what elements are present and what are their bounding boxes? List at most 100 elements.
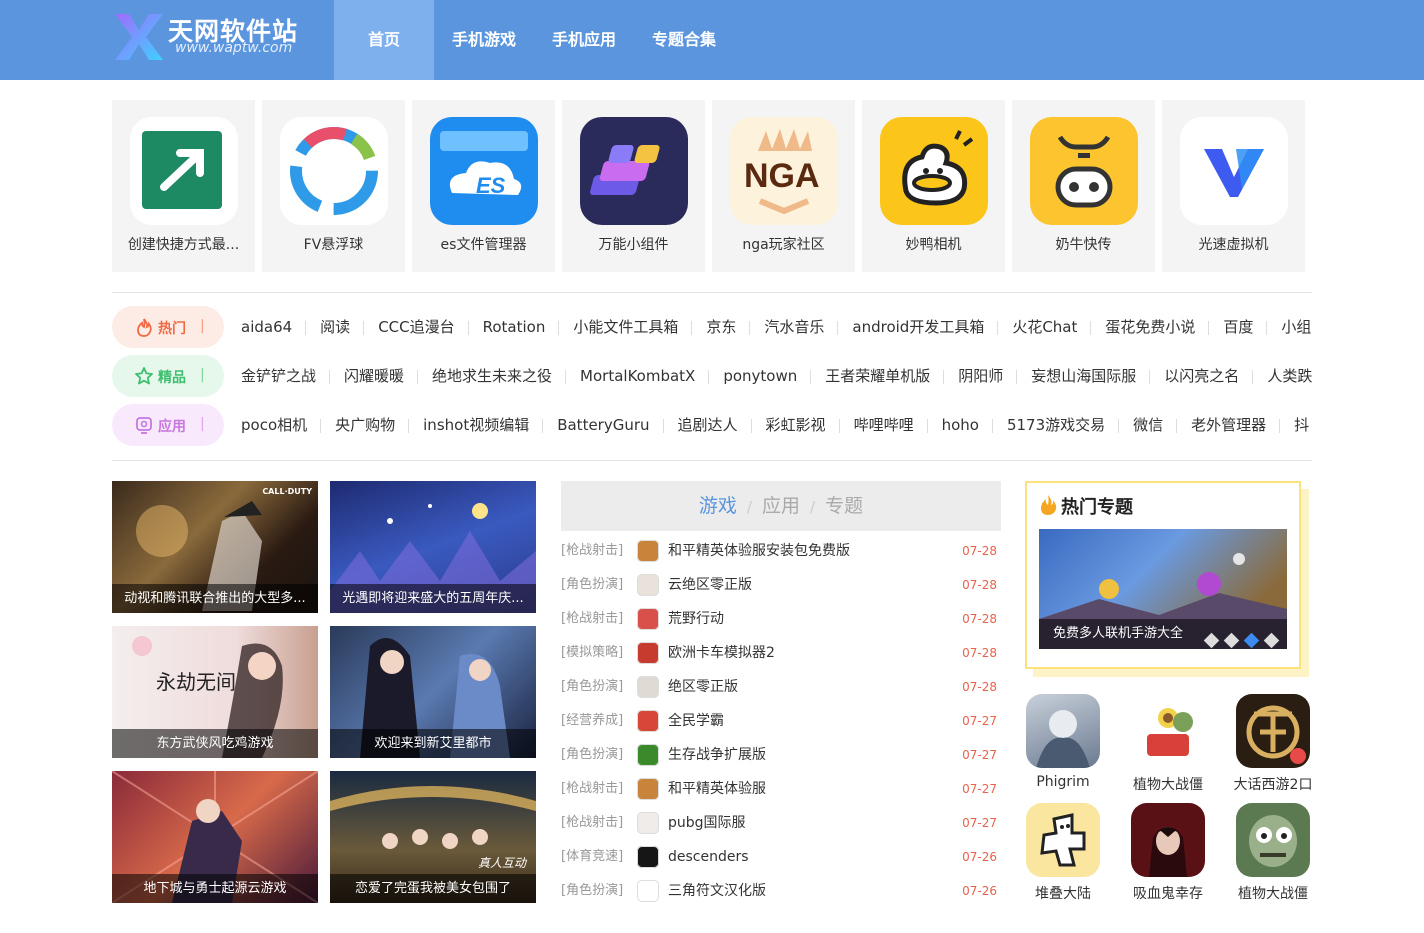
featured-app-card[interactable]: 奶牛快传: [1012, 100, 1155, 272]
news-tile[interactable]: 永劫无间 东方武侠风吃鸡游戏: [112, 626, 318, 758]
tag-link[interactable]: 老外管理器: [1191, 404, 1281, 446]
featured-app-card[interactable]: NGA nga玩家社区: [712, 100, 855, 272]
list-row-category: [枪战射击]: [561, 781, 624, 796]
list-row[interactable]: [枪战射击] pubg国际服 07-27: [561, 806, 1001, 840]
news-badge: CALL·DUTY: [262, 487, 312, 496]
tag-link[interactable]: poco相机: [241, 404, 322, 446]
topic-banner[interactable]: 免费多人联机手游大全: [1039, 529, 1287, 649]
side-app[interactable]: Phigrim: [1024, 692, 1120, 796]
featured-app-card[interactable]: 光速虚拟机: [1162, 100, 1305, 272]
tag-link[interactable]: hoho: [942, 404, 994, 446]
tab-games[interactable]: 游戏: [699, 495, 737, 517]
nav-topics[interactable]: 专题合集: [634, 0, 734, 80]
news-tile[interactable]: CALL·DUTY 动视和腾讯联合推出的大型多...: [112, 481, 318, 613]
carousel-dot[interactable]: [1223, 632, 1240, 649]
tag-link[interactable]: 百度: [1223, 306, 1268, 348]
side-app[interactable]: 大话西游2口: [1234, 692, 1330, 796]
news-caption: 恋爱了完蛋我被美女包围了: [330, 874, 536, 903]
tag-label-separator: |: [200, 416, 205, 432]
list-row[interactable]: [角色扮演] 生存战争扩展版 07-27: [561, 738, 1001, 772]
nav-mobile-apps[interactable]: 手机应用: [534, 0, 634, 80]
tag-link[interactable]: 金铲铲之战: [241, 355, 331, 397]
tag-link[interactable]: 阅读: [320, 306, 365, 348]
tag-link[interactable]: 阴阳师: [958, 355, 1018, 397]
side-app[interactable]: 堆叠大陆: [1024, 801, 1120, 905]
featured-app-card[interactable]: 妙鸭相机: [862, 100, 1005, 272]
tag-link[interactable]: 抖: [1294, 404, 1312, 446]
tag-link[interactable]: 京东: [706, 306, 751, 348]
side-app-name: 植物大战僵: [1238, 886, 1308, 902]
tag-link[interactable]: 彩虹影视: [766, 404, 840, 446]
tag-link[interactable]: 汽水音乐: [764, 306, 839, 348]
featured-app-card[interactable]: 万能小组件: [562, 100, 705, 272]
tag-label-featured[interactable]: 精品 |: [112, 355, 224, 397]
list-row[interactable]: [角色扮演] 绝区零正版 07-28: [561, 670, 1001, 704]
tag-link[interactable]: 小组: [1281, 306, 1312, 348]
game-thumbnail-icon: [637, 608, 659, 630]
tag-link[interactable]: BatteryGuru: [557, 404, 664, 446]
tab-topics[interactable]: 专题: [825, 495, 863, 517]
tag-link[interactable]: inshot视频编辑: [423, 404, 544, 446]
featured-app-card[interactable]: 创建快捷方式最...: [112, 100, 255, 272]
list-row[interactable]: [枪战射击] 和平精英体验服安装包免费版 07-28: [561, 534, 1001, 568]
tab-separator: /: [746, 498, 752, 516]
list-row[interactable]: [模拟策略] 欧洲卡车模拟器2 07-28: [561, 636, 1001, 670]
news-tile[interactable]: 真人互动 恋爱了完蛋我被美女包围了: [330, 771, 536, 903]
featured-app-card[interactable]: FV悬浮球: [262, 100, 405, 272]
tag-link[interactable]: Rotation: [483, 306, 560, 348]
list-row-title: 欧洲卡车模拟器2: [668, 645, 775, 661]
tag-link[interactable]: 绝地求生未来之役: [432, 355, 567, 397]
tag-link[interactable]: 火花Chat: [1012, 306, 1092, 348]
tag-link[interactable]: CCC追漫台: [378, 306, 470, 348]
news-caption: 光遇即将迎来盛大的五周年庆...: [330, 584, 536, 613]
hot-topics: 热门专题 免费多人联机手游大全: [1025, 481, 1301, 669]
tag-link[interactable]: 人类跌: [1267, 355, 1312, 397]
tag-link[interactable]: android开发工具箱: [852, 306, 999, 348]
side-app[interactable]: 吸血鬼幸存: [1129, 801, 1225, 905]
list-row-title: 全民学霸: [668, 713, 724, 729]
tag-link[interactable]: 妄想山海国际服: [1031, 355, 1151, 397]
list-row-date: 07-28: [962, 680, 997, 694]
tag-link[interactable]: 微信: [1133, 404, 1178, 446]
side-app[interactable]: 植物大战僵: [1234, 801, 1330, 905]
tag-link[interactable]: 5173游戏交易: [1007, 404, 1120, 446]
tag-link[interactable]: 以闪亮之名: [1164, 355, 1254, 397]
tag-link[interactable]: 追剧达人: [678, 404, 752, 446]
list-row[interactable]: [枪战射击] 和平精英体验服 07-27: [561, 772, 1001, 806]
tag-link[interactable]: 小能文件工具箱: [573, 306, 693, 348]
featured-app-name: 奶牛快传: [1055, 237, 1112, 253]
tag-link[interactable]: 蛋花免费小说: [1105, 306, 1210, 348]
nav-home[interactable]: 首页: [334, 0, 434, 80]
carousel-dot[interactable]: [1203, 632, 1220, 649]
tag-link[interactable]: 闪耀暖暖: [344, 355, 419, 397]
game-thumbnail-icon: [637, 778, 659, 800]
carousel-dot[interactable]: [1263, 632, 1280, 649]
list-row[interactable]: [角色扮演] 三角符文汉化版 07-26: [561, 874, 1001, 908]
news-tile[interactable]: 光遇即将迎来盛大的五周年庆...: [330, 481, 536, 613]
list-row-category: [枪战射击]: [561, 611, 624, 626]
tag-link[interactable]: 哔哩哔哩: [854, 404, 928, 446]
featured-app-card[interactable]: ES es文件管理器: [412, 100, 555, 272]
list-row[interactable]: [角色扮演] 云绝区零正版 07-28: [561, 568, 1001, 602]
side-app[interactable]: 植物大战僵: [1129, 692, 1225, 796]
tag-link[interactable]: 王者荣耀单机版: [825, 355, 945, 397]
tag-link[interactable]: MortalKombatX: [580, 355, 710, 397]
site-logo[interactable]: 天网软件站 www.waptw.com: [113, 8, 313, 64]
carousel-dot[interactable]: [1243, 632, 1260, 649]
list-row[interactable]: [体育竞速] descenders 07-26: [561, 840, 1001, 874]
tag-link[interactable]: 央广购物: [335, 404, 410, 446]
tag-label-hot[interactable]: 热门 |: [112, 306, 224, 348]
list-row-date: 07-27: [962, 816, 997, 830]
tag-link[interactable]: aida64: [241, 306, 307, 348]
list-row[interactable]: [枪战射击] 荒野行动 07-28: [561, 602, 1001, 636]
svg-text:NGA: NGA: [744, 157, 820, 195]
news-tile[interactable]: 地下城与勇士起源云游戏: [112, 771, 318, 903]
news-tile[interactable]: 欢迎来到新艾里都市: [330, 626, 536, 758]
latest-list: 游戏 / 应用 / 专题 [枪战射击] 和平精英体验服安装包免费版 07-28 [角色扮演] 云…: [561, 481, 1001, 902]
v-logo-icon: [1180, 117, 1288, 225]
list-row[interactable]: [经营养成] 全民学霸 07-27: [561, 704, 1001, 738]
tag-link[interactable]: ponytown: [723, 355, 812, 397]
tag-label-apps[interactable]: 应用 |: [112, 404, 224, 446]
nav-mobile-games[interactable]: 手机游戏: [434, 0, 534, 80]
tab-apps[interactable]: 应用: [762, 495, 800, 517]
